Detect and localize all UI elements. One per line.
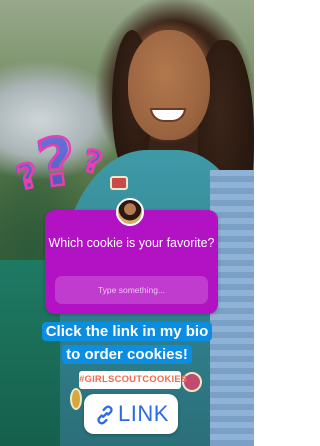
link-label: LINK [118, 401, 169, 426]
vest-patch [70, 388, 82, 410]
caption-text[interactable]: Click the link in my bio to order cookie… [37, 320, 217, 366]
hashtag-sticker[interactable]: #GIRLSCOUTCOOKIES [79, 371, 187, 389]
avatar [116, 198, 144, 226]
question-answer-input[interactable]: Type something... [55, 276, 208, 304]
caption-line-1: Click the link in my bio [41, 322, 213, 341]
flag-patch [110, 176, 128, 190]
question-text: Which cookie is your favorite? [48, 236, 215, 250]
link-icon [97, 405, 113, 425]
girl-face [128, 30, 210, 140]
caption-line-2: to order cookies! [62, 345, 192, 364]
